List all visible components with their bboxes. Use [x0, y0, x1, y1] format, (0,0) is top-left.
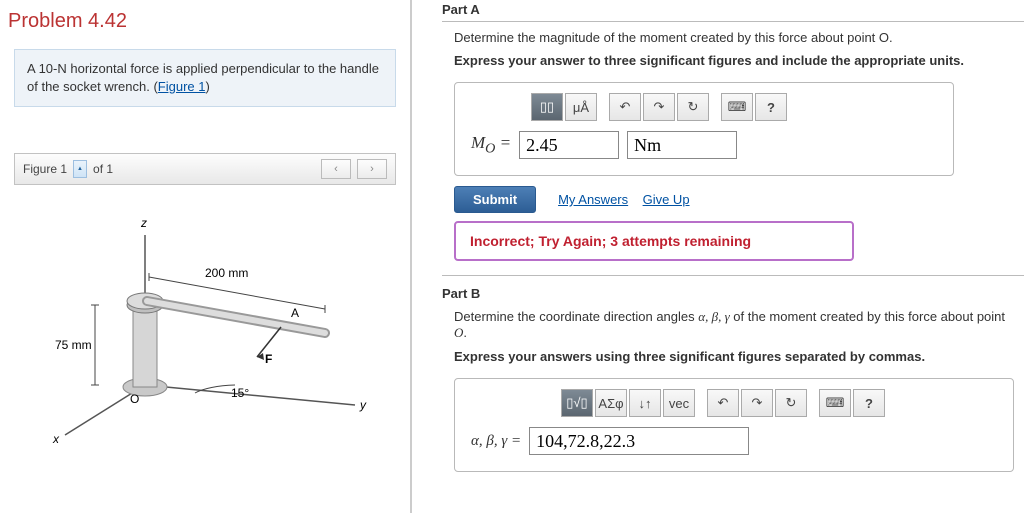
moment-label-m: M [471, 133, 485, 152]
part-b-header: Part B [442, 286, 1024, 301]
figure-prev-button[interactable]: ‹ [321, 159, 351, 179]
redo-icon-b[interactable]: ↷ [741, 389, 773, 417]
point-o-label: O [130, 392, 139, 406]
value-input[interactable] [519, 131, 619, 159]
dim-200mm: 200 mm [205, 266, 248, 280]
part-b-q1: Determine the coordinate direction angle… [454, 309, 698, 324]
axis-y-label: y [359, 398, 367, 412]
submit-button[interactable]: Submit [454, 186, 536, 213]
tool-greek-icon[interactable]: ΑΣφ [595, 389, 627, 417]
part-divider [442, 275, 1024, 276]
moment-label: MO = [471, 133, 511, 157]
part-b-q3: . [463, 325, 467, 340]
part-b-answer-row: α, β, γ = [471, 427, 997, 455]
help-icon[interactable]: ? [755, 93, 787, 121]
spinner-up-icon[interactable] [74, 161, 86, 177]
part-b-question: Determine the coordinate direction angle… [454, 309, 1014, 341]
undo-icon[interactable]: ↶ [609, 93, 641, 121]
keyboard-icon-b[interactable]: ⌨ [819, 389, 851, 417]
moment-label-eq: = [495, 133, 511, 152]
moment-label-sub: O [485, 140, 495, 156]
force-f-label: F [265, 352, 272, 366]
feedback-message: Incorrect; Try Again; 3 attempts remaini… [454, 221, 854, 261]
undo-icon-b[interactable]: ↶ [707, 389, 739, 417]
part-a-submit-row: Submit My Answers Give Up [454, 186, 1014, 213]
angle-label: 15° [231, 386, 249, 400]
redo-icon[interactable]: ↷ [643, 93, 675, 121]
desc-text-3: ) [205, 79, 209, 94]
part-b-instruction: Express your answers using three signifi… [454, 349, 1014, 364]
figure-nav-bar: Figure 1 of 1 ‹ › [14, 153, 396, 185]
part-a-header: Part A [442, 0, 1024, 22]
part-b-toolbar: ▯√▯ ΑΣφ ↓↑ vec ↶ ↷ ↻ ⌨ ? [561, 389, 997, 417]
reset-icon[interactable]: ↻ [677, 93, 709, 121]
figure-of-text: of 1 [93, 162, 113, 176]
tool-vec-icon[interactable]: vec [663, 389, 695, 417]
my-answers-link[interactable]: My Answers [558, 192, 628, 207]
axis-x-label: x [52, 432, 60, 446]
figure-next-button[interactable]: › [357, 159, 387, 179]
reset-icon-b[interactable]: ↻ [775, 389, 807, 417]
part-b-answer-box: ▯√▯ ΑΣφ ↓↑ vec ↶ ↷ ↻ ⌨ ? α, β, γ = [454, 378, 1014, 472]
give-up-link[interactable]: Give Up [643, 192, 690, 207]
part-a-toolbar: ▯▯ μÅ ↶ ↷ ↻ ⌨ ? [531, 93, 937, 121]
dim-75mm: 75 mm [55, 338, 92, 352]
part-a-instruction: Express your answer to three significant… [454, 53, 1014, 68]
figure-area: x y z O [14, 195, 396, 465]
tool-subsup-icon[interactable]: ↓↑ [629, 389, 661, 417]
point-a-label: A [291, 306, 299, 320]
keyboard-icon[interactable]: ⌨ [721, 93, 753, 121]
axis-z-label: z [140, 216, 147, 230]
problem-title: Problem 4.42 [0, 0, 410, 49]
desc-text-1: A 10- [27, 61, 57, 76]
figure-svg: x y z O [25, 205, 385, 455]
part-a-question-text: Determine the magnitude of the moment cr… [454, 30, 893, 45]
part-a-answer-row: MO = [471, 131, 937, 159]
desc-force-unit: N [57, 61, 66, 76]
problem-description: A 10-N horizontal force is applied perpe… [14, 49, 396, 107]
figure-link[interactable]: Figure 1 [158, 79, 206, 94]
angles-label: α, β, γ = [471, 433, 521, 450]
part-b-q2: of the moment created by this force abou… [730, 309, 1005, 324]
figure-spinner[interactable] [73, 160, 87, 178]
figure-label: Figure 1 [23, 162, 67, 176]
tool-template-icon[interactable]: ▯▯ [531, 93, 563, 121]
angles-input[interactable] [529, 427, 749, 455]
part-a-question: Determine the magnitude of the moment cr… [454, 30, 1014, 45]
part-b-q-o: O [454, 325, 463, 340]
tool-sqrt-icon[interactable]: ▯√▯ [561, 389, 593, 417]
unit-input[interactable] [627, 131, 737, 159]
help-icon-b[interactable]: ? [853, 389, 885, 417]
part-b-q-syms: α, β, γ [698, 309, 729, 324]
part-a-answer-box: ▯▯ μÅ ↶ ↷ ↻ ⌨ ? MO = [454, 82, 954, 176]
tool-units-icon[interactable]: μÅ [565, 93, 597, 121]
